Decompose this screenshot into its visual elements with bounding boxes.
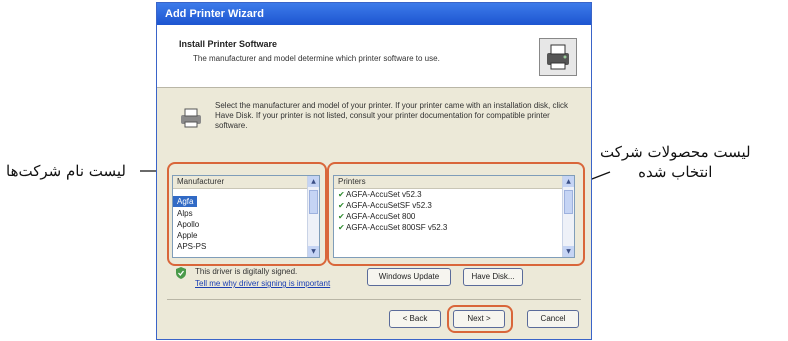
driver-signing-link[interactable]: Tell me why driver signing is important (195, 279, 330, 288)
printers-scrollbar[interactable]: ▲ ▼ (562, 176, 574, 257)
annotation-manufacturers-label: لیست نام شرکت‌ها (6, 162, 126, 180)
signed-driver-icon: ✔ (338, 201, 345, 210)
printers-listbox[interactable]: Printers ✔AGFA-AccuSet v52.3 ✔AGFA-AccuS… (333, 175, 575, 258)
header-subtitle: The manufacturer and model determine whi… (193, 54, 440, 63)
manufacturer-item[interactable]: APS-PS (173, 241, 319, 252)
back-button[interactable]: < Back (389, 310, 441, 328)
annotation-products-line1: لیست محصولات شرکت (600, 143, 751, 161)
printer-item-label: AGFA-AccuSet v52.3 (346, 190, 422, 199)
windows-update-button[interactable]: Windows Update (367, 268, 451, 286)
cancel-button[interactable]: Cancel (527, 310, 579, 328)
printer-item[interactable]: ✔AGFA-AccuSet 800 (334, 211, 574, 222)
header-title: Install Printer Software (179, 39, 278, 49)
manufacturer-item[interactable]: Agfa (173, 196, 198, 207)
manufacturer-scrollbar[interactable]: ▲ ▼ (307, 176, 319, 257)
printer-wizard-icon (539, 38, 577, 76)
scroll-down-icon[interactable]: ▼ (308, 246, 319, 257)
manufacturer-item[interactable]: Apollo (173, 219, 319, 230)
signed-driver-icon: ✔ (338, 223, 345, 232)
annotation-products-label: لیست محصولات شرکت انتخاب شده (600, 142, 751, 182)
scroll-up-icon[interactable]: ▲ (563, 176, 574, 187)
printer-icon (179, 107, 203, 129)
signed-shield-icon (176, 267, 186, 279)
wizard-header: Install Printer Software The manufacture… (157, 25, 591, 88)
next-button[interactable]: Next > (453, 310, 505, 328)
manufacturer-rows: Agfa Alps Apollo Apple APS-PS (173, 189, 319, 252)
manufacturer-item[interactable]: Apple (173, 230, 319, 241)
scroll-thumb[interactable] (309, 190, 318, 214)
driver-signed-text: This driver is digitally signed. (195, 267, 298, 276)
footer-divider (167, 299, 581, 300)
printer-item[interactable]: ✔AGFA-AccuSet v52.3 (334, 189, 574, 200)
manufacturer-listbox[interactable]: Manufacturer Agfa Alps Apollo Apple APS-… (172, 175, 320, 258)
add-printer-wizard-window: Add Printer Wizard Install Printer Softw… (156, 2, 592, 340)
printer-item[interactable]: ✔AGFA-AccuSet 800SF v52.3 (334, 222, 574, 233)
signed-driver-icon: ✔ (338, 190, 345, 199)
annotation-products-line2: انتخاب شده (638, 163, 713, 181)
scroll-down-icon[interactable]: ▼ (563, 246, 574, 257)
printer-item-label: AGFA-AccuSetSF v52.3 (346, 201, 432, 210)
printer-item[interactable]: ✔AGFA-AccuSetSF v52.3 (334, 200, 574, 211)
scroll-up-icon[interactable]: ▲ (308, 176, 319, 187)
scroll-thumb[interactable] (564, 190, 573, 214)
have-disk-button[interactable]: Have Disk... (463, 268, 523, 286)
manufacturer-item[interactable]: Alps (173, 208, 319, 219)
window-titlebar[interactable]: Add Printer Wizard (157, 3, 591, 25)
signed-driver-icon: ✔ (338, 212, 345, 221)
info-text: Select the manufacturer and model of you… (215, 101, 569, 130)
printers-column-header[interactable]: Printers (334, 176, 574, 189)
printer-item-label: AGFA-AccuSet 800 (346, 212, 416, 221)
printer-item-label: AGFA-AccuSet 800SF v52.3 (346, 223, 448, 232)
manufacturer-column-header[interactable]: Manufacturer (173, 176, 319, 189)
